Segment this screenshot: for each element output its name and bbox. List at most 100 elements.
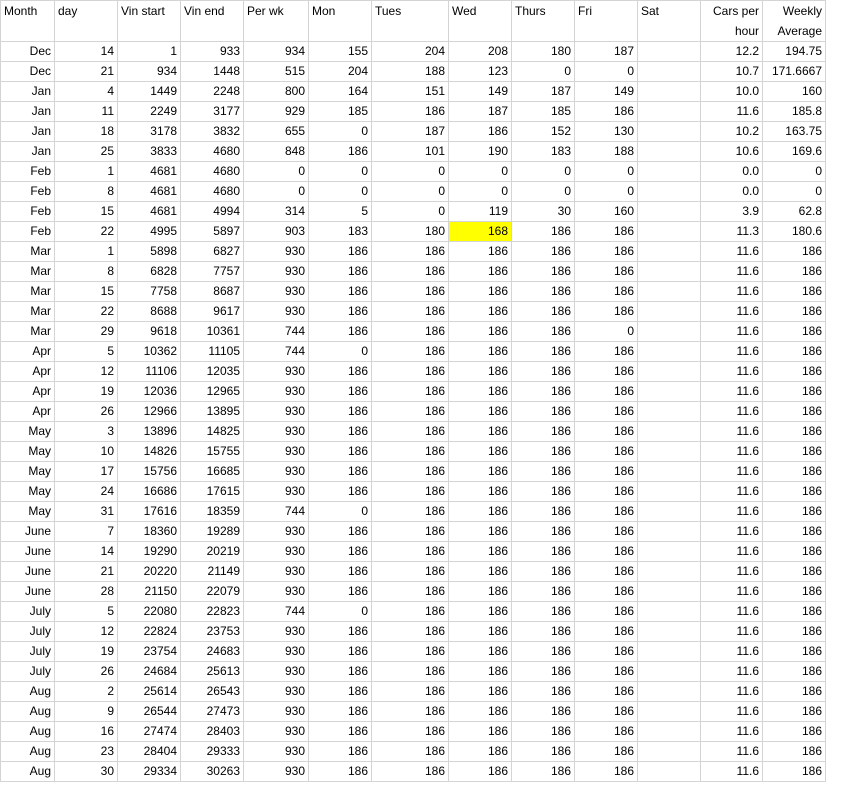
- cell-vin-start[interactable]: 2249: [117, 101, 181, 122]
- cell-thurs[interactable]: 186: [511, 521, 575, 542]
- cell-month[interactable]: June: [0, 521, 55, 542]
- cell-mon[interactable]: 186: [308, 401, 372, 422]
- cell-thurs[interactable]: 186: [511, 421, 575, 442]
- cell-vin-start[interactable]: 7758: [117, 281, 181, 302]
- cell-vin-start[interactable]: 14826: [117, 441, 181, 462]
- cell-thurs[interactable]: 186: [511, 321, 575, 342]
- cell-sat[interactable]: [637, 261, 701, 282]
- cell-cars-per-hour[interactable]: 11.6: [700, 261, 763, 282]
- cell-weekly-average[interactable]: 0: [762, 161, 826, 182]
- cell-month[interactable]: Mar: [0, 321, 55, 342]
- cell-mon[interactable]: 186: [308, 721, 372, 742]
- cell-thurs[interactable]: 0: [511, 181, 575, 202]
- cell-cars-per-hour[interactable]: 11.6: [700, 321, 763, 342]
- cell-cars-per-hour[interactable]: 11.6: [700, 301, 763, 322]
- cell-vin-end[interactable]: 7757: [180, 261, 244, 282]
- cell-weekly-average[interactable]: 186: [762, 501, 826, 522]
- cell-fri[interactable]: 186: [574, 641, 638, 662]
- cell-wed[interactable]: 186: [448, 441, 512, 462]
- cell-cars-per-hour[interactable]: 11.6: [700, 581, 763, 602]
- cell-mon[interactable]: 186: [308, 261, 372, 282]
- cell-thurs[interactable]: 0: [511, 61, 575, 82]
- cell-per-wk[interactable]: 930: [243, 301, 309, 322]
- cell-wed[interactable]: 186: [448, 721, 512, 742]
- cell-fri[interactable]: 186: [574, 701, 638, 722]
- cell-day[interactable]: 25: [54, 141, 118, 162]
- cell-wed[interactable]: 187: [448, 101, 512, 122]
- cell-sat[interactable]: [637, 221, 701, 242]
- cell-cars-per-hour[interactable]: 11.6: [700, 481, 763, 502]
- cell-cars-per-hour[interactable]: 11.6: [700, 281, 763, 302]
- cell-mon[interactable]: 186: [308, 281, 372, 302]
- cell-month[interactable]: Apr: [0, 341, 55, 362]
- cell-per-wk[interactable]: 930: [243, 721, 309, 742]
- cell-weekly-average[interactable]: 186: [762, 621, 826, 642]
- cell-vin-start[interactable]: 6828: [117, 261, 181, 282]
- cell-fri[interactable]: 0: [574, 61, 638, 82]
- cell-tues[interactable]: 186: [371, 481, 449, 502]
- cell-wed[interactable]: 186: [448, 321, 512, 342]
- cell-month[interactable]: July: [0, 661, 55, 682]
- cell-mon[interactable]: 186: [308, 321, 372, 342]
- cell-weekly-average[interactable]: 186: [762, 761, 826, 782]
- cell-wed[interactable]: 0: [448, 161, 512, 182]
- cell-vin-start[interactable]: 11106: [117, 361, 181, 382]
- cell-sat[interactable]: [637, 701, 701, 722]
- cell-per-wk[interactable]: 930: [243, 461, 309, 482]
- header-cell-vin-start[interactable]: Vin start: [117, 0, 181, 42]
- cell-vin-start[interactable]: 19290: [117, 541, 181, 562]
- cell-fri[interactable]: 186: [574, 621, 638, 642]
- cell-thurs[interactable]: 186: [511, 481, 575, 502]
- cell-month[interactable]: Aug: [0, 761, 55, 782]
- cell-vin-end[interactable]: 30263: [180, 761, 244, 782]
- cell-vin-start[interactable]: 15756: [117, 461, 181, 482]
- cell-vin-start[interactable]: 20220: [117, 561, 181, 582]
- cell-weekly-average[interactable]: 186: [762, 241, 826, 262]
- cell-mon[interactable]: 186: [308, 681, 372, 702]
- cell-cars-per-hour[interactable]: 12.2: [700, 41, 763, 62]
- cell-day[interactable]: 17: [54, 461, 118, 482]
- cell-tues[interactable]: 186: [371, 401, 449, 422]
- cell-day[interactable]: 21: [54, 61, 118, 82]
- cell-sat[interactable]: [637, 281, 701, 302]
- cell-tues[interactable]: 186: [371, 761, 449, 782]
- cell-vin-start[interactable]: 1449: [117, 81, 181, 102]
- cell-mon[interactable]: 186: [308, 141, 372, 162]
- cell-weekly-average[interactable]: 186: [762, 381, 826, 402]
- cell-thurs[interactable]: 183: [511, 141, 575, 162]
- cell-vin-end[interactable]: 26543: [180, 681, 244, 702]
- cell-vin-end[interactable]: 16685: [180, 461, 244, 482]
- cell-sat[interactable]: [637, 241, 701, 262]
- cell-vin-end[interactable]: 12965: [180, 381, 244, 402]
- cell-sat[interactable]: [637, 341, 701, 362]
- header-cell-mon[interactable]: Mon: [308, 0, 372, 42]
- cell-per-wk[interactable]: 934: [243, 41, 309, 62]
- cell-wed[interactable]: 186: [448, 741, 512, 762]
- cell-per-wk[interactable]: 800: [243, 81, 309, 102]
- cell-thurs[interactable]: 152: [511, 121, 575, 142]
- cell-thurs[interactable]: 186: [511, 301, 575, 322]
- cell-sat[interactable]: [637, 121, 701, 142]
- cell-mon[interactable]: 186: [308, 481, 372, 502]
- cell-per-wk[interactable]: 744: [243, 501, 309, 522]
- header-cell-tues[interactable]: Tues: [371, 0, 449, 42]
- cell-tues[interactable]: 186: [371, 261, 449, 282]
- header-cell-fri[interactable]: Fri: [574, 0, 638, 42]
- cell-sat[interactable]: [637, 61, 701, 82]
- cell-cars-per-hour[interactable]: 11.6: [700, 341, 763, 362]
- cell-vin-end[interactable]: 27473: [180, 701, 244, 722]
- cell-wed[interactable]: 119: [448, 201, 512, 222]
- cell-month[interactable]: July: [0, 641, 55, 662]
- cell-wed[interactable]: 186: [448, 261, 512, 282]
- cell-vin-end[interactable]: 22823: [180, 601, 244, 622]
- cell-vin-start[interactable]: 27474: [117, 721, 181, 742]
- cell-sat[interactable]: [637, 161, 701, 182]
- cell-vin-end[interactable]: 1448: [180, 61, 244, 82]
- cell-weekly-average[interactable]: 186: [762, 461, 826, 482]
- cell-day[interactable]: 29: [54, 321, 118, 342]
- cell-wed[interactable]: 186: [448, 341, 512, 362]
- cell-fri[interactable]: 0: [574, 161, 638, 182]
- cell-vin-end[interactable]: 28403: [180, 721, 244, 742]
- cell-month[interactable]: June: [0, 541, 55, 562]
- cell-day[interactable]: 10: [54, 441, 118, 462]
